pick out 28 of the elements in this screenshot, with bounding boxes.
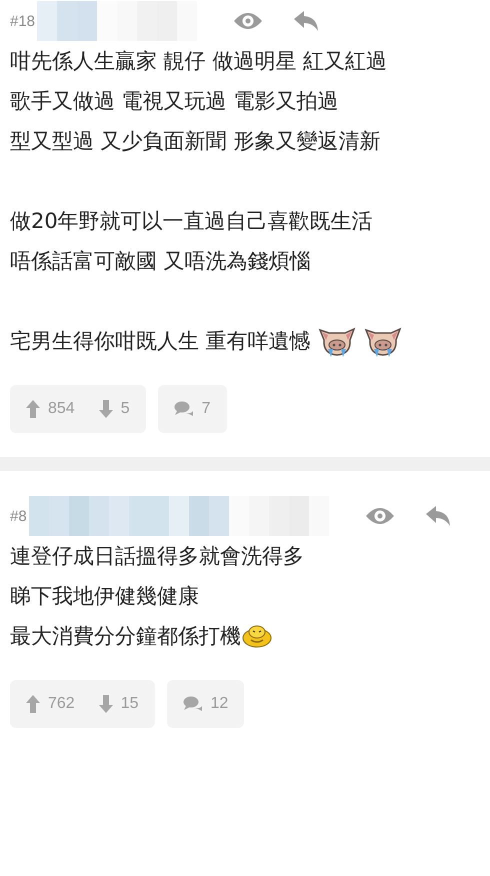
replies-button[interactable]: 12 [166,680,244,728]
replies-button[interactable]: 7 [158,385,227,433]
smiley-sticker-icon [242,623,272,649]
post-text: 做20年野就可以一直過自己喜歡既生活 [10,208,373,235]
reply-icon[interactable] [293,10,320,32]
post-text: 咁先係人生贏家 靚仔 做過明星 紅又紅過 [10,48,388,75]
post-text: 連登仔成日話搵得多就會洗得多 [10,543,304,570]
down-arrow-icon [98,400,113,418]
down-arrow-icon [98,695,113,713]
post-text: 睇下我地伊健幾健康 [10,583,199,610]
chat-bubbles-icon [174,401,194,417]
post-text: 宅男生得你咁既人生 重有咩遺憾 [10,328,311,355]
post-number: #18 [10,12,36,30]
post-text: 型又型過 又少負面新聞 形象又變返清新 [10,128,380,155]
eye-icon[interactable] [364,506,395,526]
downvote-button[interactable]: 5 [98,400,130,418]
post-number: #8 [10,508,27,524]
upvote-button[interactable]: 854 [26,400,75,418]
upvote-button[interactable]: 762 [26,695,75,713]
post-text: 唔係話富可敵國 又唔洗為錢煩惱 [10,248,311,275]
chat-bubbles-icon [182,696,202,712]
post-text: 歌手又做過 電視又玩過 電影又拍過 [10,88,338,115]
up-arrow-icon [26,695,40,713]
reply-icon[interactable] [424,505,451,527]
up-arrow-icon [26,400,40,418]
downvote-button[interactable]: 15 [98,695,138,713]
eye-icon[interactable] [233,11,264,31]
post-text: 最大消費分分鐘都係打機 [10,623,241,650]
